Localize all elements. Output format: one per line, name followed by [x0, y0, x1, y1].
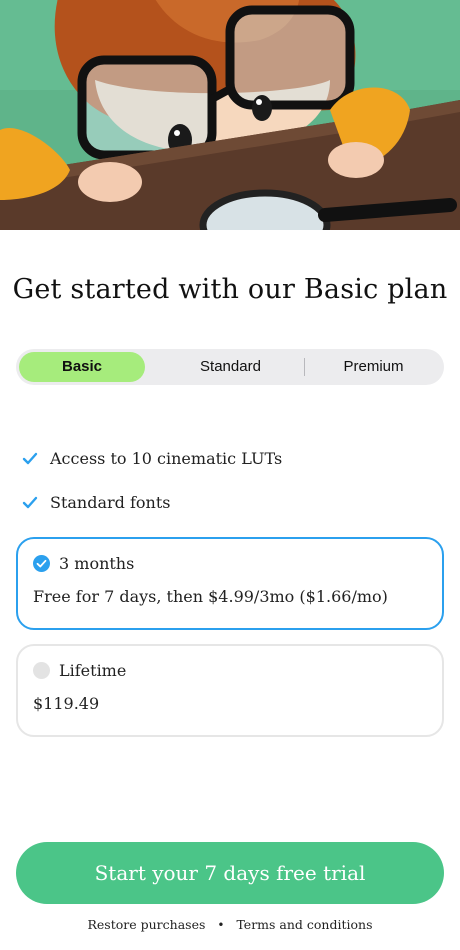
- plan-header: 3 months: [33, 554, 134, 573]
- radio-checked-icon[interactable]: [33, 555, 50, 572]
- terms-link[interactable]: Terms and conditions: [236, 917, 372, 932]
- tab-divider: [304, 358, 305, 376]
- page-title: Get started with our Basic plan: [12, 274, 448, 305]
- check-icon: [22, 452, 38, 465]
- start-trial-button[interactable]: Start your 7 days free trial: [16, 842, 444, 904]
- plan-name: Lifetime: [59, 661, 127, 680]
- check-icon: [22, 496, 38, 509]
- tab-standard[interactable]: Standard: [158, 352, 303, 382]
- plan-price: $119.49: [33, 694, 100, 713]
- separator-dot: •: [217, 918, 225, 932]
- plan-name: 3 months: [59, 554, 135, 573]
- hero-illustration: [0, 0, 460, 230]
- plan-option-lifetime[interactable]: Lifetime $119.49: [16, 644, 444, 737]
- tab-basic[interactable]: Basic: [19, 352, 145, 382]
- plan-option-3-months[interactable]: 3 months Free for 7 days, then $4.99/3mo…: [16, 537, 444, 630]
- feature-label: Access to 10 cinematic LUTs: [50, 448, 283, 468]
- tab-premium[interactable]: Premium: [306, 352, 441, 382]
- feature-label: Standard fonts: [50, 492, 171, 512]
- feature-item: Standard fonts: [22, 490, 171, 514]
- footer-links: Restore purchases • Terms and conditions: [0, 917, 460, 932]
- plan-tier-tabs: Basic Standard Premium: [16, 349, 444, 385]
- plan-price: Free for 7 days, then $4.99/3mo ($1.66/m…: [33, 587, 388, 606]
- restore-purchases-link[interactable]: Restore purchases: [88, 917, 206, 932]
- feature-item: Access to 10 cinematic LUTs: [22, 446, 282, 470]
- radio-unchecked-icon[interactable]: [33, 662, 50, 679]
- plan-header: Lifetime: [33, 661, 126, 680]
